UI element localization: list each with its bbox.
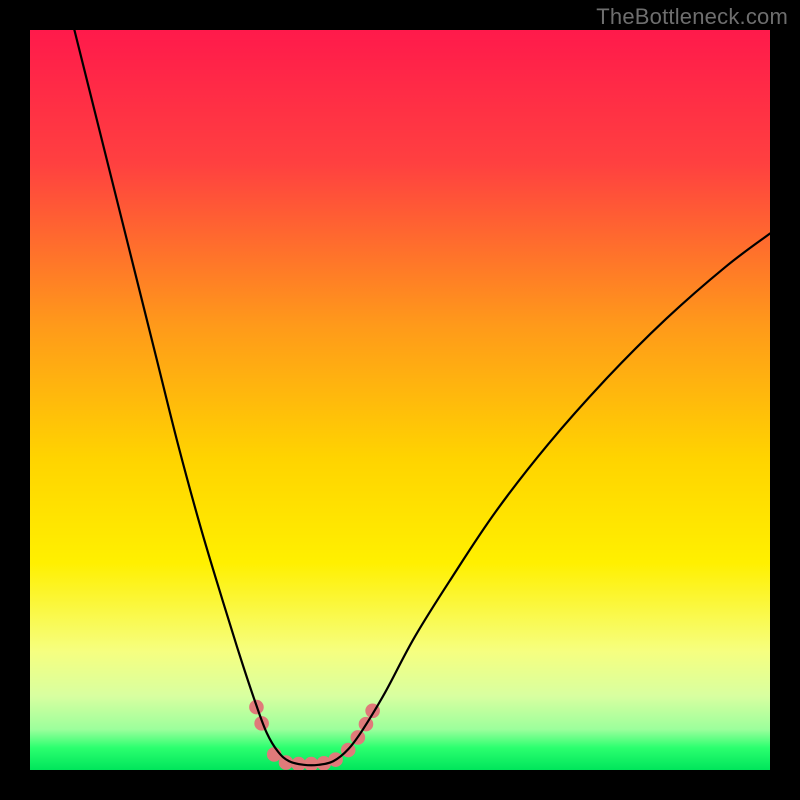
watermark-label: TheBottleneck.com	[596, 4, 788, 30]
chart-svg	[30, 30, 770, 770]
chart-plot-area	[30, 30, 770, 770]
app-frame: TheBottleneck.com	[0, 0, 800, 800]
chart-background	[30, 30, 770, 770]
chart-marker	[304, 757, 318, 770]
